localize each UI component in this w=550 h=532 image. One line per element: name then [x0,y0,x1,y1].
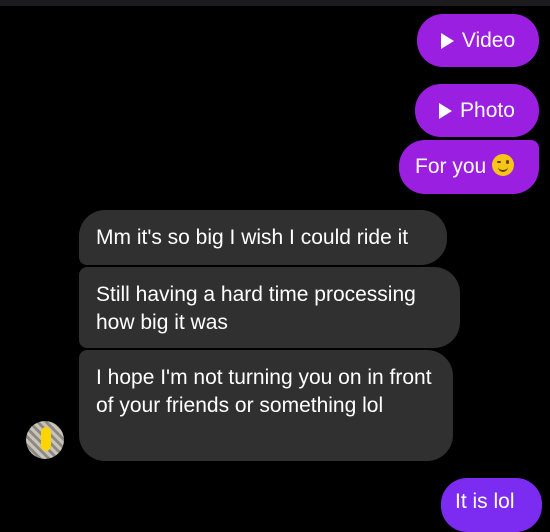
contact-avatar[interactable] [26,421,64,459]
play-icon [439,102,453,119]
winking-face-icon [492,154,515,176]
incoming-message[interactable]: Mm it's so big I wish I could ride it [79,210,447,265]
play-icon [440,32,454,49]
status-bar-strip [0,0,550,6]
video-label: Video [461,28,516,52]
for-you-text: For you [415,155,487,178]
photo-attachment-bubble[interactable]: Photo [415,84,539,137]
photo-label: Photo [460,98,515,122]
avatar-image [41,427,51,451]
message-text: Still having a hard time processing how … [96,283,416,334]
message-text: I hope I'm not turning you on in front o… [96,366,432,417]
message-text: Mm it's so big I wish I could ride it [96,226,409,249]
video-attachment-bubble[interactable]: Video [417,14,539,67]
incoming-message[interactable]: I hope I'm not turning you on in front o… [79,350,453,461]
outgoing-message-partial[interactable]: It is lol [441,478,542,532]
message-text: It is lol [455,490,515,513]
incoming-message[interactable]: Still having a hard time processing how … [79,267,460,348]
for-you-message[interactable]: For you [399,140,539,194]
